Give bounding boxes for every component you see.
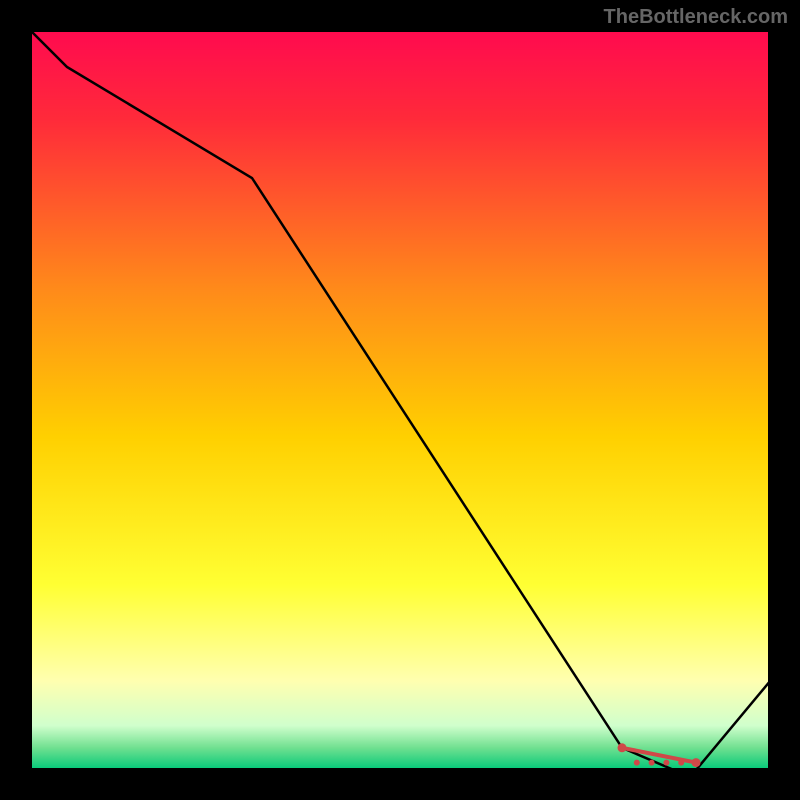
marker-dot <box>649 760 655 766</box>
marker-dot <box>663 760 669 766</box>
watermark-text: TheBottleneck.com <box>604 6 788 29</box>
marker-dot <box>692 758 701 767</box>
chart-container: TheBottleneck.com <box>0 0 800 800</box>
gradient-background <box>30 30 770 770</box>
marker-dot <box>678 760 684 766</box>
plot-area <box>30 30 770 770</box>
chart-svg <box>30 30 770 770</box>
marker-dot <box>634 760 640 766</box>
marker-dot <box>618 743 627 752</box>
